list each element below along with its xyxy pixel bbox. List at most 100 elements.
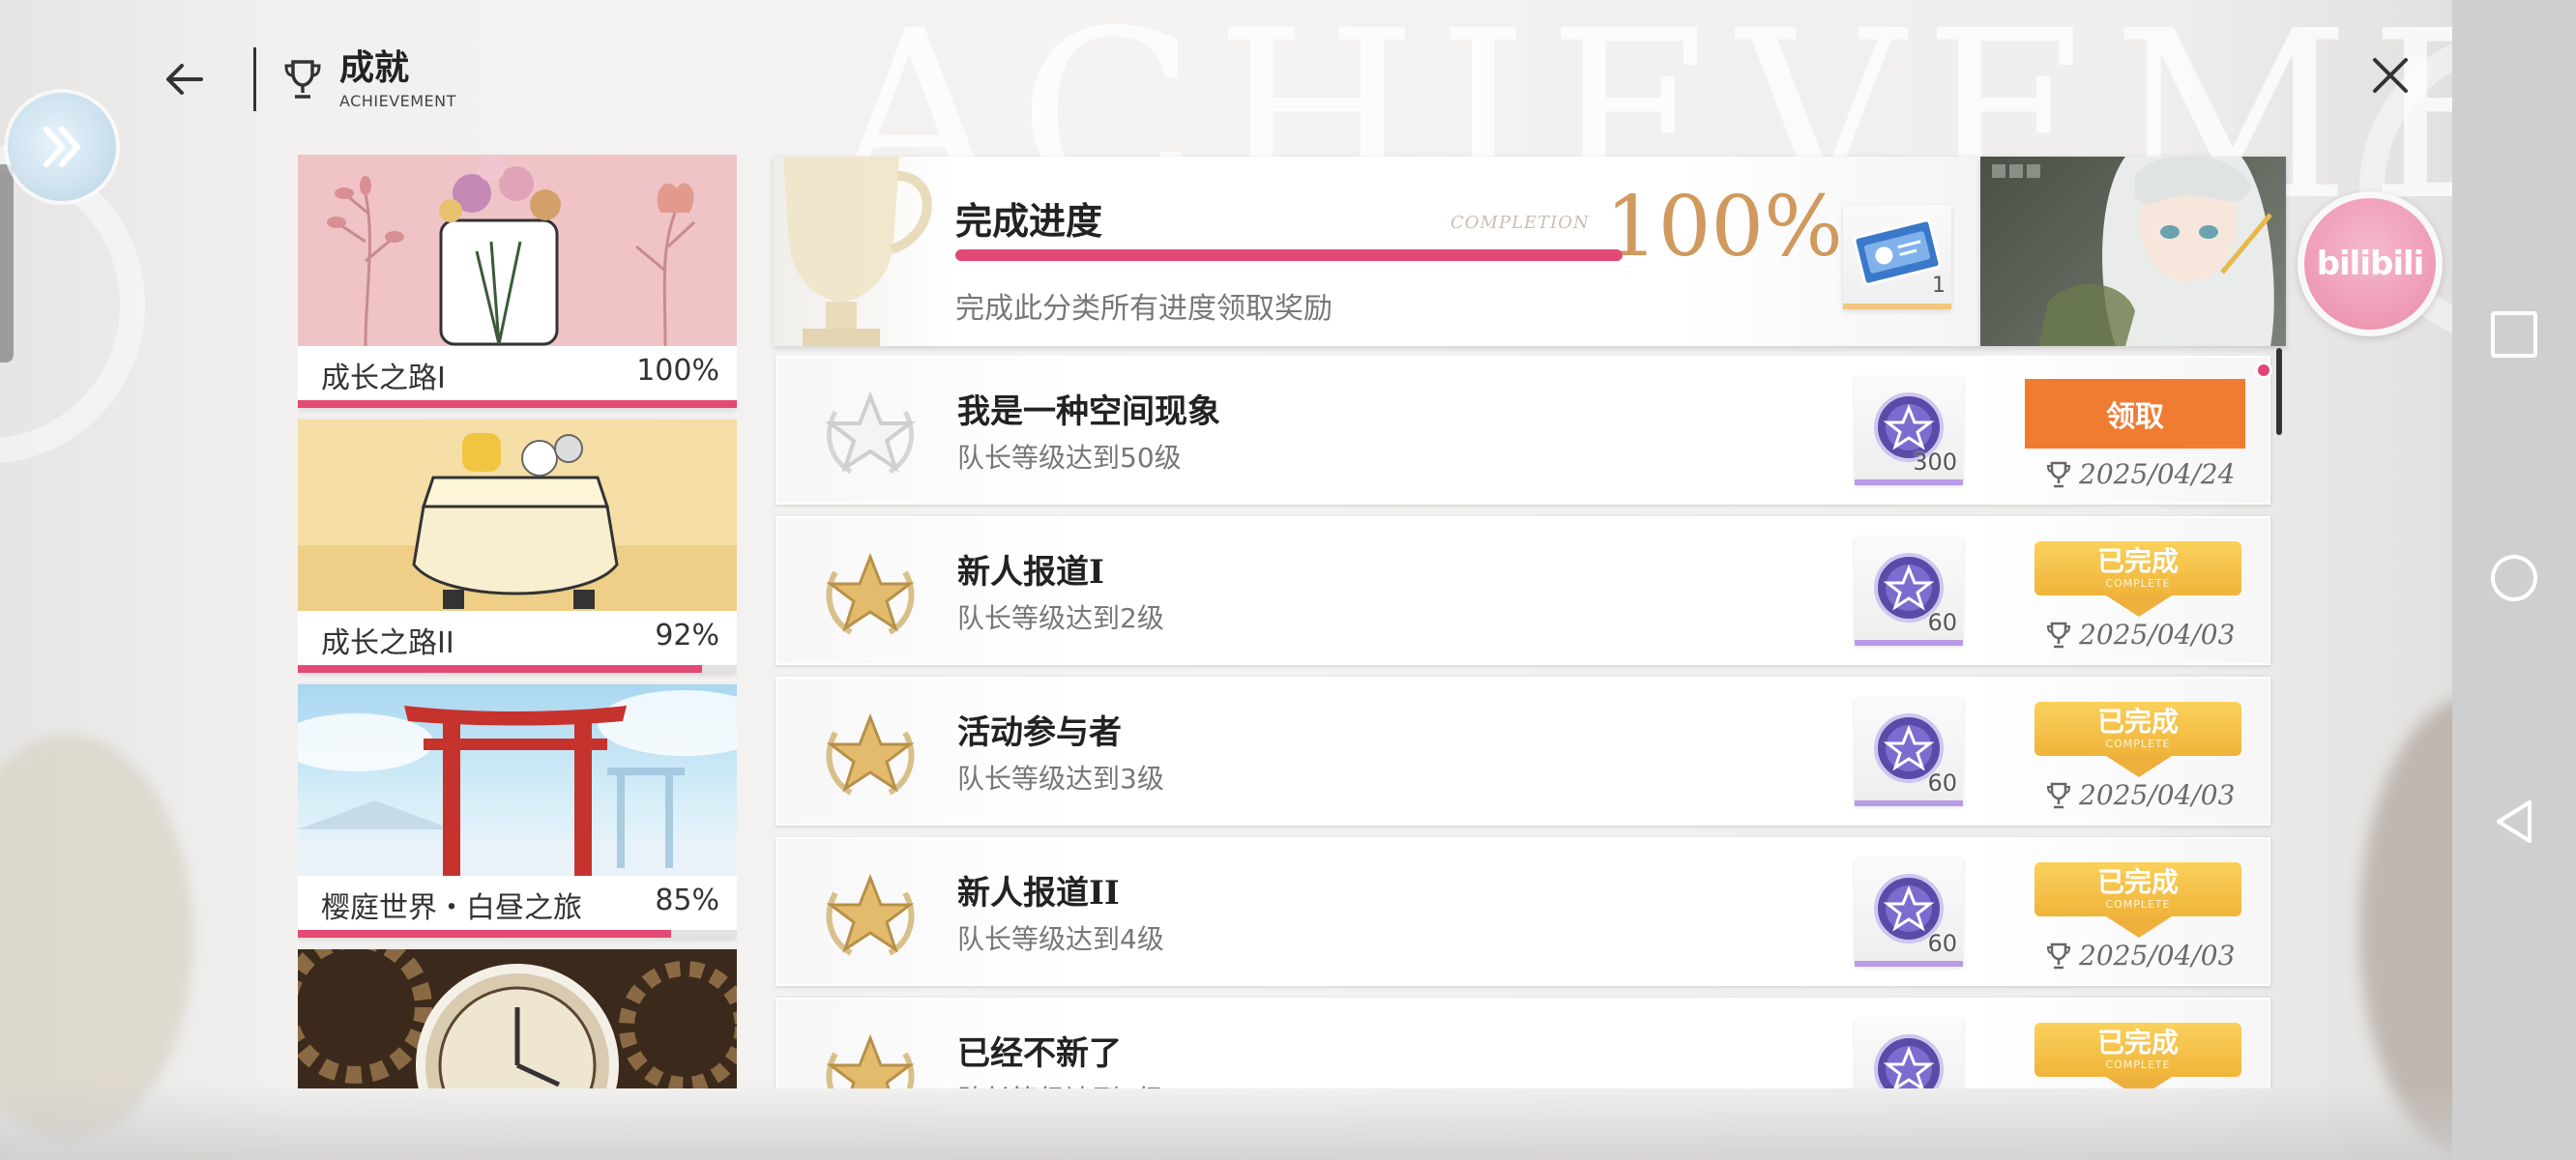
category-card[interactable]: 成长之路I 100%	[298, 155, 737, 408]
arrow-left-icon	[166, 64, 203, 95]
category-art-flowers	[298, 155, 737, 346]
list-scrollbar[interactable]	[2276, 348, 2282, 435]
category-art-torii	[298, 684, 737, 876]
achievement-date: 2025/04/03	[2046, 779, 2235, 811]
back-button[interactable]	[155, 50, 213, 108]
completion-description: 完成此分类所有进度领取奖励	[955, 292, 1332, 326]
background-bottom-fade	[0, 1083, 2452, 1160]
ticket-icon	[1853, 218, 1942, 286]
close-button[interactable]	[2365, 50, 2415, 101]
bilibili-badge[interactable]: bilibili	[2298, 191, 2443, 336]
trophy-icon	[2046, 942, 2071, 969]
category-label: 成长之路II	[321, 626, 454, 660]
badge-pointer	[2106, 916, 2172, 938]
background-blur-art	[0, 735, 193, 1141]
home-button[interactable]	[2491, 555, 2537, 601]
completed-badge: 已完成 COMPLETE	[2034, 541, 2241, 595]
completed-sublabel: COMPLETE	[2105, 577, 2171, 590]
achievement-row: 我是一种空间现象 队长等级达到50级 300 领取 2025/04/24	[776, 356, 2272, 505]
achievement-date: 2025/04/24	[2046, 458, 2235, 490]
category-label: 成长之路I	[321, 362, 446, 395]
date-text: 2025/04/03	[2079, 940, 2236, 972]
header: 成就 ACHIEVEMENT	[155, 41, 456, 118]
category-progress-fill	[298, 930, 671, 938]
trophy-icon	[2046, 461, 2071, 487]
badge-pointer	[2106, 1077, 2172, 1088]
side-pull-tab[interactable]	[0, 164, 14, 362]
category-progress-track	[298, 400, 737, 408]
achievement-row: 新人报道I 队长等级达到2级 60 已完成 COMPLETE 2025/04/0…	[776, 516, 2270, 665]
achievement-date: 2025/04/03	[2046, 940, 2235, 972]
category-progress-track	[298, 665, 737, 673]
triangle-back-icon	[2497, 800, 2532, 843]
expand-button[interactable]	[8, 93, 116, 201]
star-gem-icon	[1874, 1034, 1944, 1088]
achievement-reward[interactable]: 300	[1855, 377, 1963, 485]
bilibili-logo: bilibili	[2304, 198, 2436, 330]
close-icon	[2373, 58, 2408, 93]
date-text: 2025/04/03	[2079, 779, 2236, 811]
achievement-row: 已经不新了 队长等级达到5级 60 已完成 COMPLETE	[776, 998, 2270, 1088]
completed-badge: 已完成 COMPLETE	[2034, 702, 2241, 756]
achievement-description: 队长等级达到3级	[957, 763, 1164, 795]
badge-pointer	[2106, 756, 2172, 777]
page-subtitle: ACHIEVEMENT	[339, 91, 456, 110]
new-indicator	[2255, 362, 2272, 379]
category-progress-fill	[298, 665, 702, 673]
category-card[interactable]	[298, 949, 737, 1088]
category-percent: 100%	[636, 354, 719, 388]
system-back-button[interactable]	[2491, 798, 2537, 845]
trophy-icon	[2046, 782, 2071, 808]
reward-count: 60	[1927, 609, 1957, 636]
completion-progress-track	[955, 249, 1623, 261]
completed-badge: 已完成 COMPLETE	[2034, 1023, 2241, 1077]
reward-count: 300	[1913, 449, 1957, 476]
completed-sublabel: COMPLETE	[2105, 738, 2171, 750]
gold-star-medal-icon	[826, 873, 915, 956]
claim-button[interactable]: 领取	[2025, 379, 2245, 449]
achievement-reward[interactable]: 60	[1855, 858, 1963, 967]
gold-star-medal-icon	[826, 712, 915, 796]
completed-label: 已完成	[2096, 866, 2179, 898]
completion-title: 完成进度	[955, 199, 1103, 243]
completed-label: 已完成	[2096, 545, 2179, 577]
trophy-icon	[284, 60, 321, 99]
gold-star-medal-icon	[826, 552, 915, 635]
achievement-title: 活动参与者	[957, 713, 1122, 752]
category-card[interactable]: 樱庭世界・白昼之旅 85%	[298, 684, 737, 938]
achievement-row: 新人报道II 队长等级达到4级 60 已完成 COMPLETE 2025/04/…	[776, 837, 2270, 986]
category-percent: 92%	[655, 619, 719, 652]
category-art-cake	[298, 420, 737, 611]
achievement-date: 2025/04/03	[2046, 619, 2235, 651]
double-chevron-right-icon	[44, 127, 80, 167]
achievement-reward[interactable]: 60	[1855, 698, 1963, 806]
completed-badge: 已完成 COMPLETE	[2034, 862, 2241, 916]
date-text: 2025/04/24	[2079, 458, 2236, 490]
category-art-clock	[298, 949, 737, 1088]
trophy-icon	[2046, 622, 2071, 648]
completed-label: 已完成	[2096, 706, 2179, 738]
achievement-reward[interactable]: 60	[1855, 537, 1963, 646]
completion-progress-fill	[955, 249, 1623, 261]
date-text: 2025/04/03	[2079, 619, 2236, 651]
recents-button[interactable]	[2491, 311, 2537, 358]
achievement-description: 队长等级达到5级	[957, 1079, 1164, 1088]
completed-sublabel: COMPLETE	[2105, 1058, 2171, 1071]
achievement-reward[interactable]: 60	[1855, 1019, 1963, 1088]
achievement-description: 队长等级达到50级	[957, 442, 1182, 474]
completion-reward[interactable]: 1	[1843, 205, 1951, 309]
category-card[interactable]: 成长之路II 92%	[298, 420, 737, 673]
gold-star-medal-icon	[826, 1033, 915, 1088]
achievement-title: 已经不新了	[957, 1034, 1122, 1073]
category-list[interactable]: 成长之路I 100% 成长之路II 92% 樱庭世界・白昼之旅 85%	[298, 155, 737, 1088]
completed-label: 已完成	[2096, 1027, 2179, 1058]
category-label: 樱庭世界・白昼之旅	[321, 891, 582, 925]
reward-count: 60	[1927, 930, 1957, 957]
silver-star-medal-icon	[825, 391, 916, 475]
trophy-cup-icon	[783, 157, 932, 346]
achievement-title: 新人报道I	[957, 553, 1104, 592]
achievement-list[interactable]: 我是一种空间现象 队长等级达到50级 300 领取 2025/04/24 新人报…	[774, 356, 2286, 1088]
category-progress-track	[298, 930, 737, 938]
achievement-description: 队长等级达到2级	[957, 602, 1164, 634]
achievement-row: 活动参与者 队长等级达到3级 60 已完成 COMPLETE 2025/04/0…	[776, 677, 2270, 826]
